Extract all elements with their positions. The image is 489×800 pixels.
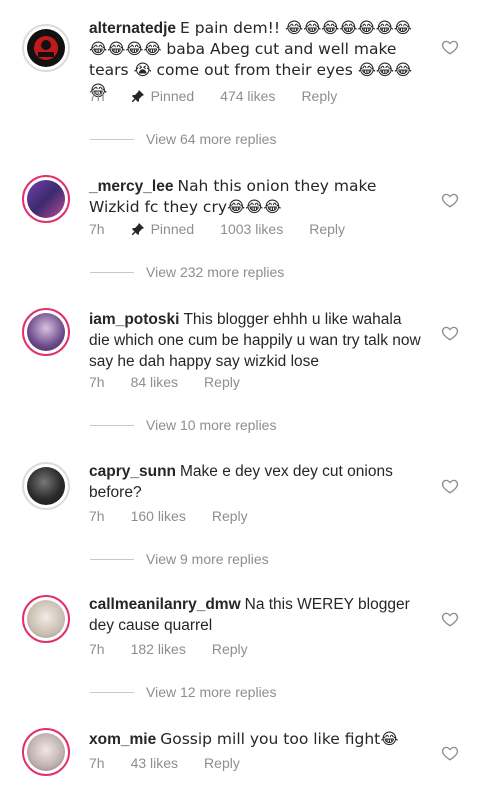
avatar[interactable]: [22, 462, 70, 510]
comment-time: 7h: [89, 374, 105, 390]
pinned-indicator: Pinned: [131, 221, 194, 237]
comment-text: xom_mie Gossip mill you too like fight😂: [89, 730, 399, 748]
comment-meta: 7h 84 likes Reply: [89, 374, 266, 390]
pin-icon: [131, 223, 144, 235]
comment-time: 7h: [89, 755, 105, 771]
divider: [90, 691, 134, 693]
comment-time: 7h: [89, 508, 105, 524]
avatar[interactable]: [22, 728, 70, 776]
avatar[interactable]: [22, 24, 70, 72]
comment-text: _mercy_lee Nah this onion they make Wizki…: [89, 177, 377, 216]
like-count[interactable]: 474 likes: [220, 88, 275, 104]
divider: [90, 271, 134, 273]
heart-outline-icon[interactable]: [441, 744, 459, 762]
reply-button[interactable]: Reply: [212, 641, 248, 657]
comment-username[interactable]: xom_mie: [89, 731, 156, 748]
view-more-replies[interactable]: View 10 more replies: [90, 417, 276, 433]
comment-username[interactable]: callmeanilanry_dmw: [89, 596, 241, 613]
like-count[interactable]: 182 likes: [131, 641, 186, 657]
comment-meta: 7h Pinned 1003 likes Reply: [89, 221, 371, 237]
view-more-replies[interactable]: View 9 more replies: [90, 551, 269, 567]
heart-outline-icon[interactable]: [441, 38, 459, 56]
avatar-image: [27, 600, 65, 638]
heart-outline-icon[interactable]: [441, 324, 459, 342]
divider: [90, 424, 134, 426]
like-count[interactable]: 43 likes: [131, 755, 178, 771]
avatar-logo-icon: [29, 31, 63, 65]
avatar[interactable]: [22, 595, 70, 643]
like-count[interactable]: 160 likes: [131, 508, 186, 524]
view-more-replies[interactable]: View 64 more replies: [90, 131, 276, 147]
avatar[interactable]: [22, 308, 70, 356]
avatar-image: [27, 313, 65, 351]
reply-button[interactable]: Reply: [204, 755, 240, 771]
reply-button[interactable]: Reply: [309, 221, 345, 237]
comment-time: 7h: [89, 641, 105, 657]
divider: [90, 138, 134, 140]
comment-meta: 7h 160 likes Reply: [89, 508, 274, 524]
comment-text: iam_potoski This blogger ehhh u like waha…: [89, 311, 421, 370]
divider: [90, 558, 134, 560]
avatar[interactable]: [22, 175, 70, 223]
reply-button[interactable]: Reply: [301, 88, 337, 104]
comment-text: callmeanilanry_dmw Na this WEREY blogger …: [89, 596, 410, 634]
comment-text: capry_sunn Make e dey vex dey cut onions …: [89, 463, 393, 501]
reply-button[interactable]: Reply: [212, 508, 248, 524]
comment-meta: 7h 182 likes Reply: [89, 641, 274, 657]
like-count[interactable]: 1003 likes: [220, 221, 283, 237]
avatar-image: [27, 733, 65, 771]
heart-outline-icon[interactable]: [441, 610, 459, 628]
pinned-indicator: Pinned: [131, 88, 194, 104]
comment-time: 7h: [89, 221, 105, 237]
reply-button[interactable]: Reply: [204, 374, 240, 390]
heart-outline-icon[interactable]: [441, 191, 459, 209]
view-more-replies[interactable]: View 232 more replies: [90, 264, 284, 280]
comment-username[interactable]: alternatedje: [89, 20, 176, 37]
heart-outline-icon[interactable]: [441, 477, 459, 495]
comment-username[interactable]: iam_potoski: [89, 311, 179, 328]
view-more-replies[interactable]: View 12 more replies: [90, 684, 276, 700]
comment-time: 7h: [89, 88, 105, 104]
avatar-image: [27, 467, 65, 505]
like-count[interactable]: 84 likes: [131, 374, 178, 390]
comment-meta: 7h 43 likes Reply: [89, 755, 266, 771]
avatar-image: [27, 180, 65, 218]
pin-icon: [131, 90, 144, 102]
comment-username[interactable]: capry_sunn: [89, 463, 176, 480]
comment-meta: 7h Pinned 474 likes Reply: [89, 88, 363, 104]
comment-username[interactable]: _mercy_lee: [89, 178, 173, 195]
avatar-image: [27, 29, 65, 67]
